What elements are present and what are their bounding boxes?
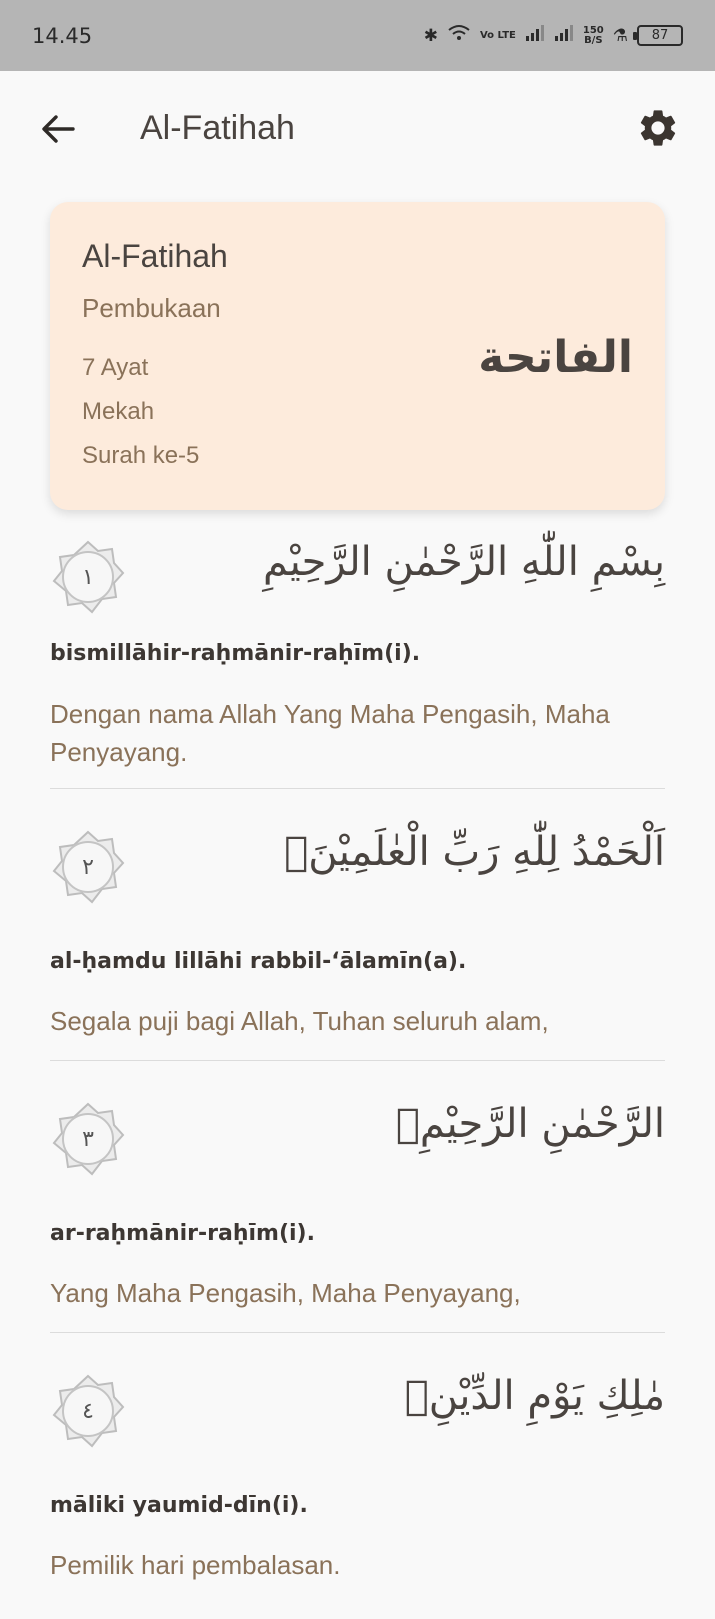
ayah-arabic: بِسْمِ اللّٰهِ الرَّحْمٰنِ الرَّحِيْمِ [262,539,665,585]
ayah-translation: Segala puji bagi Allah, Tuhan seluruh al… [50,1006,549,1036]
surah-meaning: Pembukaan [82,293,221,323]
page-title: Al-Fatihah [140,109,295,147]
app-bar: Al-Fatihah [0,71,715,186]
battery-level: 87 [651,28,669,43]
ayah-item[interactable]: ٤ مٰلِكِ يَوْمِ الدِّيْنِۗ māliki yaumid… [50,1359,665,1619]
arrow-left-icon [42,114,75,143]
lab-icon: ⚗ [612,25,628,46]
signal-icon-2 [554,25,574,46]
battery-icon: 87 [633,25,683,46]
gear-icon [640,110,676,146]
ayah-number: ١ [82,564,94,590]
network-label: Vo LTE [479,29,516,41]
wifi-icon [447,24,471,47]
ayah-arabic: الرَّحْمٰنِ الرَّحِيْمِۙ [395,1101,665,1147]
ayah-translation: Pemilik hari pembalasan. [50,1550,341,1580]
bluetooth-icon: ✱ [423,25,438,46]
ayah-transliteration: al-ḥamdu lillāhi rabbil-‘ālamīn(a). [50,949,467,974]
status-bar: 14.45 ✱ Vo LTE 150 B/S ⚗ 87 [0,0,715,71]
ayah-number-badge: ٢ [50,829,126,905]
status-time: 14.45 [32,23,93,48]
ayah-number-badge: ١ [50,539,126,615]
surah-info-card: Al-Fatihah Pembukaan 7 Ayat Mekah Surah … [50,202,665,510]
ayah-translation: Dengan nama Allah Yang Maha Pengasih, Ma… [50,699,610,767]
ayah-translation: Yang Maha Pengasih, Maha Penyayang, [50,1278,521,1308]
ayah-transliteration: bismillāhir-raḥmānir-raḥīm(i). [50,641,421,666]
ayah-item[interactable]: ١ بِسْمِ اللّٰهِ الرَّحْمٰنِ الرَّحِيْمِ… [50,525,665,789]
speed-indicator: 150 B/S [583,25,604,46]
status-icons: ✱ Vo LTE 150 B/S ⚗ 87 [424,24,683,47]
settings-button[interactable] [636,106,680,150]
ayah-number-badge: ٣ [50,1101,126,1177]
ayah-number: ٢ [82,854,94,880]
ayah-transliteration: māliki yaumid-dīn(i). [50,1493,308,1518]
ayah-arabic: اَلْحَمْدُ لِلّٰهِ رَبِّ الْعٰلَمِيْنَۙ [284,829,665,875]
surah-arabic-name: الفاتحة [478,332,633,383]
surah-latin-name: Al-Fatihah [82,238,228,274]
back-button[interactable] [38,109,78,149]
ayah-number-badge: ٤ [50,1373,126,1449]
speed-unit: B/S [584,34,603,46]
signal-icon-1 [525,25,545,46]
surah-place: Mekah [82,398,155,425]
ayah-item[interactable]: ٣ الرَّحْمٰنِ الرَّحِيْمِۙ ar-raḥmānir-r… [50,1087,665,1333]
ayah-number: ٣ [82,1126,94,1152]
ayah-arabic: مٰلِكِ يَوْمِ الدِّيْنِۗ [404,1373,665,1419]
surah-order: Surah ke-5 [82,442,200,469]
ayah-item[interactable]: ٢ اَلْحَمْدُ لِلّٰهِ رَبِّ الْعٰلَمِيْنَ… [50,815,665,1061]
ayah-transliteration: ar-raḥmānir-raḥīm(i). [50,1221,315,1246]
ayah-number: ٤ [82,1398,94,1424]
